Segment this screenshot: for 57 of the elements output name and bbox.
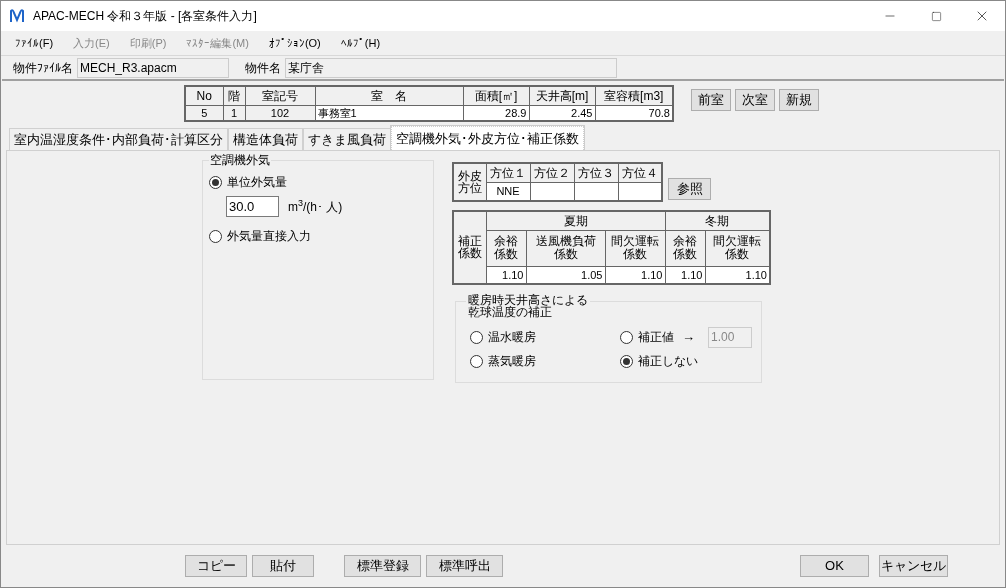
group-title: 暖房時天井高さによる 乾球温度の補正 — [466, 294, 590, 318]
property-name-field[interactable]: 某庁舎 — [285, 57, 617, 78]
option-label: 温水暖房 — [488, 329, 536, 346]
option-label: 単位外気量 — [227, 174, 287, 191]
column-header: 室 名 — [315, 86, 463, 106]
option-label: 補正値 — [638, 329, 674, 346]
column-header: 面積[㎡] — [463, 86, 529, 106]
tab[interactable]: 室内温湿度条件･内部負荷･計算区分 — [9, 128, 228, 150]
outdoor-air-field[interactable]: 30.0 — [226, 196, 279, 217]
column-header: 余裕 係数 — [665, 230, 705, 266]
radio-button[interactable] — [620, 330, 633, 344]
action-button[interactable]: コピー — [185, 555, 247, 577]
nav-button[interactable]: 新規 — [779, 89, 819, 111]
dialog-button[interactable]: キャンセル — [879, 555, 948, 577]
column-header: 室容積[m3] — [595, 86, 673, 106]
column-header: 方位２ — [530, 163, 574, 183]
option-label: 外気量直接入力 — [227, 228, 311, 245]
action-button[interactable]: 貼付 — [252, 555, 314, 577]
column-header: 階 — [223, 86, 245, 106]
action-button[interactable]: 標準登録 — [344, 555, 421, 577]
radio-button[interactable] — [209, 175, 222, 189]
column-header: No — [185, 86, 223, 106]
maximize-icon — [930, 10, 942, 22]
tab[interactable]: 構造体負荷 — [228, 128, 303, 150]
option-label: 補正しない — [638, 353, 698, 370]
nav-button[interactable]: 次室 — [735, 89, 775, 111]
group-title: 空調機外気 — [209, 153, 271, 167]
menu-item[interactable]: ﾍﾙﾌﾟ(H) — [340, 34, 381, 52]
tab[interactable]: すきま風負荷 — [303, 128, 391, 150]
app-logo-icon — [9, 8, 25, 24]
column-group-header: 夏期 — [486, 210, 665, 230]
column-header: 天井高[m] — [529, 86, 595, 106]
option-label: 蒸気暖房 — [488, 353, 536, 370]
window-title: APAC-MECH 令和３年版 - [各室条件入力] — [33, 8, 257, 25]
column-header: 送風機負荷 係数 — [526, 230, 605, 266]
nav-button[interactable]: 前室 — [691, 89, 731, 111]
column-header: 余裕 係数 — [486, 230, 526, 266]
radio-button[interactable] — [209, 229, 222, 243]
menu-item[interactable]: ﾌｧｲﾙ(F) — [15, 34, 54, 52]
radio-button[interactable] — [470, 354, 483, 368]
column-header: 室記号 — [245, 86, 315, 106]
table-cell: 事務室1 — [315, 105, 463, 121]
radio-button[interactable] — [620, 354, 633, 368]
field-label: 物件ﾌｧｲﾙ名 — [13, 59, 73, 77]
column-header: 間欠運転 係数 — [605, 230, 665, 266]
column-header: 方位３ — [574, 163, 618, 183]
arrow-label: → — [682, 328, 695, 347]
action-button[interactable]: 標準呼出 — [426, 555, 503, 577]
tab[interactable]: 空調機外気･外皮方位･補正係数 — [391, 126, 584, 150]
radio-button[interactable] — [470, 330, 483, 344]
dialog-button[interactable]: OK — [800, 555, 869, 577]
column-header: 方位１ — [486, 163, 530, 183]
file-name-field[interactable]: MECH_R3.apacm — [77, 57, 229, 78]
field-label: 物件名 — [245, 59, 281, 77]
unit-label: m$^{3}$/(h･ 人) — [288, 197, 343, 216]
reference-button[interactable]: 参照 — [668, 177, 711, 200]
menu-item[interactable]: ｵﾌﾟｼｮﾝ(O) — [268, 34, 321, 52]
